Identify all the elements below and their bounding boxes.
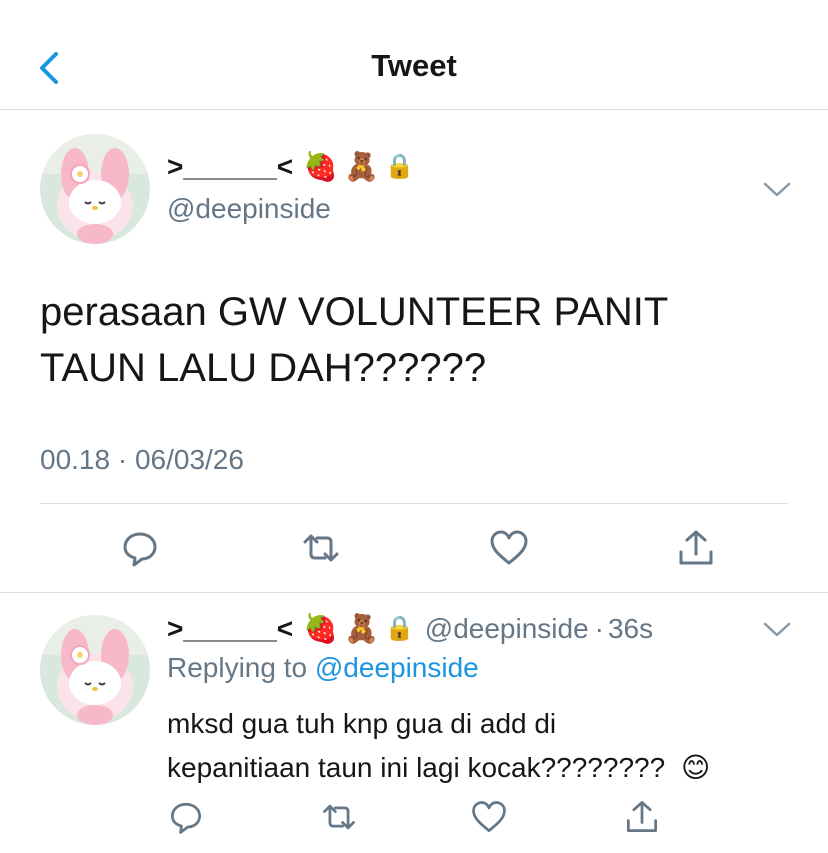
teddy-bear-icon: 🧸	[344, 613, 379, 644]
chevron-down-icon	[763, 182, 791, 197]
like-icon	[490, 530, 528, 565]
divider	[0, 592, 828, 593]
retweet-icon	[303, 534, 339, 562]
like-icon	[472, 801, 506, 832]
tweet-timestamp[interactable]: 00.18 · 06/03/26	[40, 444, 244, 476]
tweet-age: 36s	[607, 612, 654, 644]
replying-to-link[interactable]: @deepinside	[315, 652, 479, 683]
like-button[interactable]	[469, 797, 509, 837]
reply-text-line: mksd gua tuh knp gua di add di	[167, 708, 557, 739]
user-handle: @deepinside	[167, 193, 331, 224]
reply-icon	[171, 802, 201, 834]
share-button[interactable]	[622, 797, 662, 837]
meta-separator: ·	[594, 612, 604, 644]
tweet-text-line: perasaan GW VOLUNTEER PANIT	[40, 290, 669, 334]
reply-button[interactable]	[118, 526, 162, 570]
tweet-text: perasaan GW VOLUNTEER PANIT TAUN LALU DA…	[40, 284, 800, 396]
reply-display-name-row: >______< 🍓 🧸 🔒 @deepinside · 36s	[167, 612, 653, 645]
divider	[40, 503, 788, 504]
more-options-button[interactable]	[762, 620, 792, 640]
replying-to: Replying to @deepinside	[167, 652, 479, 684]
lock-icon: 🔒	[384, 615, 415, 642]
chevron-down-icon	[763, 622, 791, 637]
page-title: Tweet	[371, 48, 457, 83]
more-options-button[interactable]	[762, 180, 792, 200]
lock-icon: 🔒	[384, 153, 415, 180]
share-icon	[627, 801, 657, 832]
reply-text-content: kepanitiaan taun ini lagi kocak????????	[167, 752, 666, 783]
reply-text-line-2: kepanitiaan taun ini lagi kocak???????? …	[167, 746, 807, 790]
share-button[interactable]	[674, 526, 718, 570]
replying-to-label: Replying to	[167, 652, 308, 683]
avatar[interactable]	[40, 615, 150, 725]
display-name: >______<	[167, 612, 294, 644]
retweet-button[interactable]	[299, 526, 343, 570]
tweet-text-line: TAUN LALU DAH??????	[40, 346, 487, 390]
reply-icon	[123, 532, 157, 567]
avatar[interactable]	[40, 134, 150, 244]
like-button[interactable]	[487, 526, 531, 570]
strawberry-icon: 🍓	[303, 151, 339, 182]
user-handle: @deepinside	[424, 612, 589, 644]
retweet-button[interactable]	[319, 797, 359, 837]
smiling-face-icon: 😊	[680, 752, 711, 783]
reply-text: mksd gua tuh knp gua di add di kepanitia…	[167, 702, 807, 790]
reply-button[interactable]	[166, 797, 206, 837]
display-name: >______<	[167, 150, 294, 182]
strawberry-icon: 🍓	[303, 613, 339, 644]
retweet-icon	[323, 804, 355, 830]
share-icon	[679, 530, 713, 565]
teddy-bear-icon: 🧸	[344, 151, 379, 182]
display-name-row: >______< 🍓 🧸 🔒	[167, 150, 421, 183]
